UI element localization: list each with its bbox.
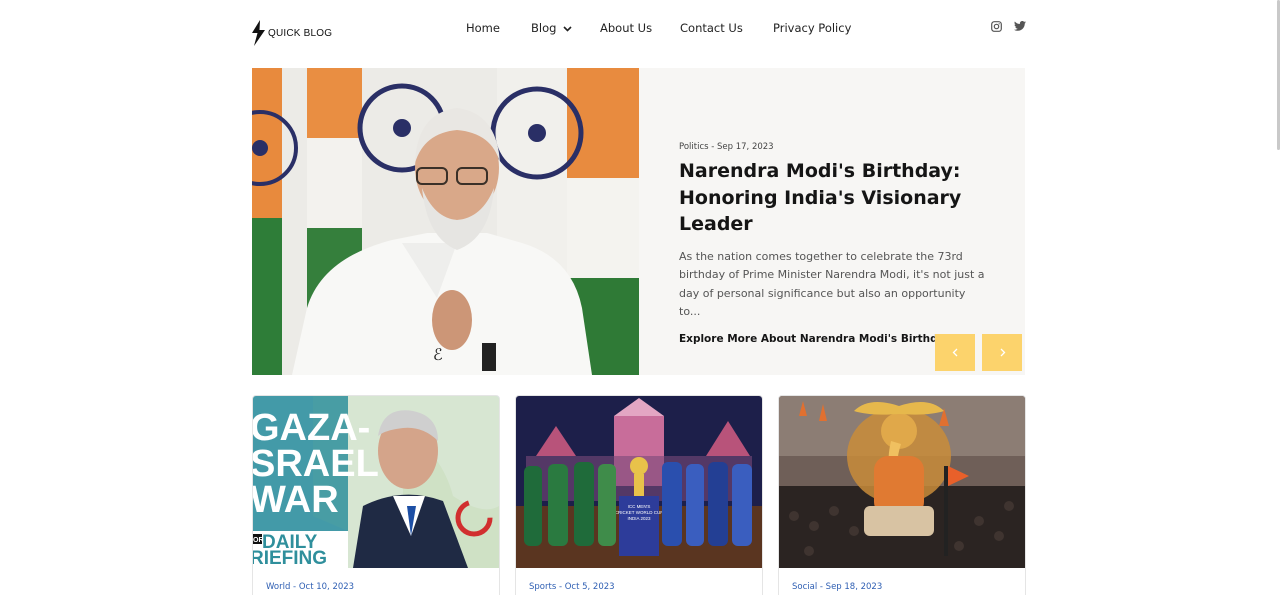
trophy-text-line3: INDIA 2023 [627,516,651,521]
nav-item-blog[interactable]: Blog [531,21,572,35]
page-scrollbar[interactable] [1276,0,1280,150]
cricket-world-cup-thumbnail: ICC MEN'S CRICKET WORLD CUP INDIA 2023 [516,396,762,568]
chevron-right-icon [1000,348,1005,357]
hero-excerpt: As the nation comes together to celebrat… [679,249,985,319]
hero-read-more-label: Explore More About Narendra Modi's Birth… [679,332,952,345]
post-card-image[interactable] [779,396,1025,568]
post-card[interactable]: Social - Sep 18, 2023 [778,395,1026,595]
instagram-icon [991,21,1002,32]
chevron-down-icon [563,25,572,32]
post-card-meta: Social - Sep 18, 2023 [792,582,883,592]
post-card-image[interactable]: GAZA- SRAEL WAR OR DAILY RIEFING [253,396,499,568]
hero-image[interactable]: ℰ [252,68,639,375]
post-card-meta: Sports - Oct 5, 2023 [529,582,615,592]
slider-next-button[interactable] [982,334,1022,371]
trophy-text-line1: ICC MEN'S [628,504,651,509]
post-card-image[interactable]: ICC MEN'S CRICKET WORLD CUP INDIA 2023 [516,396,762,568]
nav-item-contact[interactable]: Contact Us [680,21,743,35]
main-nav: Home Blog About Us Contact Us Privacy Po… [0,21,1280,37]
chevron-left-icon [952,348,957,357]
twitter-icon [1014,21,1026,31]
hero-overlay-symbol: ℰ [433,345,443,364]
post-card-meta: World - Oct 10, 2023 [266,582,355,592]
hero-content: Politics - Sep 17, 2023 Narendra Modi's … [679,142,999,345]
nav-item-about[interactable]: About Us [600,21,652,35]
nav-item-home[interactable]: Home [466,21,500,35]
hero-photo: ℰ [252,68,639,375]
site-header: QUICK BLOG Home Blog About Us Contact Us… [0,0,1280,58]
nav-item-blog-label: Blog [531,21,557,35]
slider-prev-button[interactable] [935,334,975,371]
hero-title[interactable]: Narendra Modi's Birthday: Honoring India… [679,158,999,238]
trophy-text-line2: CRICKET WORLD CUP [615,510,663,515]
gaza-israel-war-thumbnail: GAZA- SRAEL WAR OR DAILY RIEFING [253,396,499,568]
post-card[interactable]: GAZA- SRAEL WAR OR DAILY RIEFING World -… [252,395,500,595]
hero-meta: Politics - Sep 17, 2023 [679,142,774,152]
instagram-link[interactable] [991,21,1002,32]
post-card[interactable]: ICC MEN'S CRICKET WORLD CUP INDIA 2023 S… [515,395,763,595]
featured-slider: ℰ Politics - Sep 17, 2023 Narendra Modi'… [252,68,1025,375]
nav-item-privacy[interactable]: Privacy Policy [773,21,851,35]
twitter-link[interactable] [1014,21,1026,31]
thumb-text-line5: RIEFING [253,548,327,568]
thumb-text-line3: WAR [253,479,339,521]
ganesh-festival-thumbnail [779,396,1025,568]
